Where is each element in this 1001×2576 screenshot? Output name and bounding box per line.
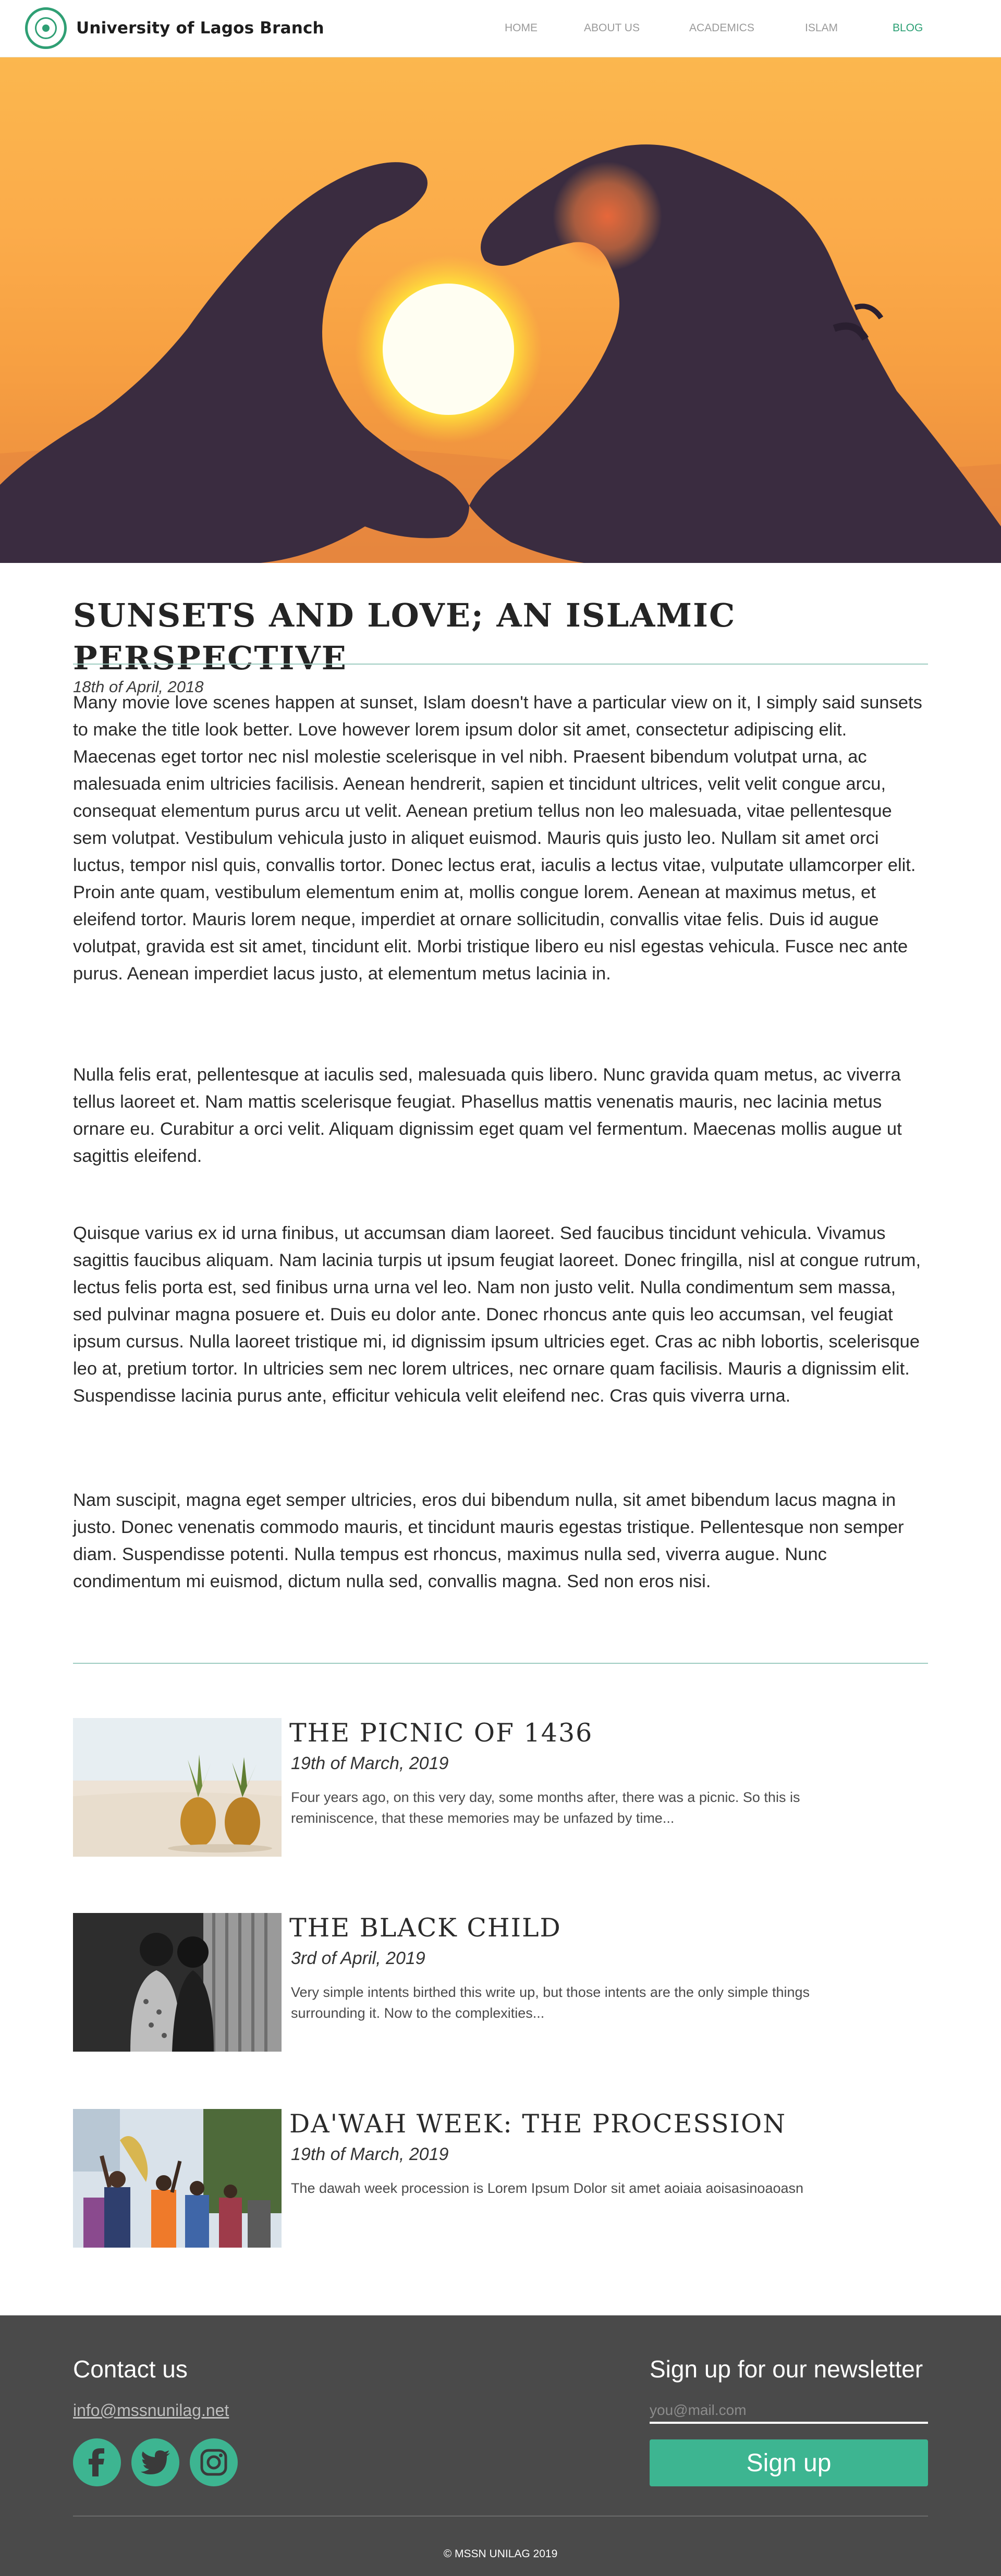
post-excerpt: The dawah week procession is Lorem Ipsum…: [291, 2180, 804, 2196]
post-date: 19th of March, 2019: [291, 2144, 449, 2164]
related-post[interactable]: THE BLACK CHILD 3rd of April, 2019 Very …: [73, 1913, 928, 2054]
post-date: 19th of March, 2019: [291, 1753, 449, 1773]
post-title[interactable]: THE BLACK CHILD: [289, 1913, 561, 1943]
nav-academics[interactable]: ACADEMICS: [689, 22, 754, 34]
footer-divider: [73, 2516, 928, 2517]
hero-image: [0, 57, 1001, 563]
twitter-icon[interactable]: [131, 2438, 179, 2486]
procession-thumbnail[interactable]: [73, 2109, 282, 2248]
article-paragraph: Many movie love scenes happen at sunset,…: [73, 693, 922, 984]
facebook-icon[interactable]: [73, 2438, 121, 2486]
divider: [73, 1663, 928, 1664]
newsletter-heading: Sign up for our newsletter: [650, 2356, 923, 2383]
article-paragraph: Quisque varius ex id urna finibus, ut ac…: [73, 1223, 921, 1406]
nav-about-us[interactable]: ABOUT US: [584, 22, 640, 34]
article-paragraph: Nulla felis erat, pellentesque at iaculi…: [73, 1065, 902, 1166]
pineapples-thumbnail[interactable]: [73, 1718, 282, 1857]
post-excerpt: Four years ago, on this very day, some m…: [291, 1789, 800, 1826]
post-date: 3rd of April, 2019: [291, 1948, 425, 1968]
post-title[interactable]: DA'WAH WEEK: THE PROCESSION: [289, 2109, 786, 2139]
nav-blog[interactable]: BLOG: [893, 22, 923, 34]
newsletter-email-input[interactable]: [650, 2399, 928, 2424]
related-post[interactable]: THE PICNIC OF 1436 19th of March, 2019 F…: [73, 1718, 928, 1859]
nav-home[interactable]: HOME: [505, 22, 538, 34]
site-footer: Contact us info@mssnunilag.net Sign up f…: [0, 2315, 1001, 2576]
nav-islam[interactable]: ISLAM: [805, 22, 838, 34]
related-post[interactable]: DA'WAH WEEK: THE PROCESSION 19th of Marc…: [73, 2109, 928, 2250]
signup-button[interactable]: Sign up: [650, 2439, 928, 2486]
black-child-thumbnail[interactable]: [73, 1913, 282, 2052]
contact-email-link[interactable]: info@mssnunilag.net: [73, 2401, 229, 2420]
article-title: SUNSETS AND LOVE; AN ISLAMIC PERSPECTIVE: [73, 596, 736, 677]
divider: [73, 664, 928, 665]
article-paragraph: Nam suscipit, magna eget semper ultricie…: [73, 1490, 904, 1591]
main-nav: HOME ABOUT US ACADEMICS ISLAM BLOG: [0, 22, 1001, 38]
post-title[interactable]: THE PICNIC OF 1436: [289, 1718, 593, 1748]
contact-heading: Contact us: [73, 2356, 188, 2383]
post-excerpt: Very simple intents birthed this write u…: [291, 1984, 810, 2021]
copyright: © MSSN UNILAG 2019: [443, 2548, 558, 2560]
article-header: SUNSETS AND LOVE; AN ISLAMIC PERSPECTIVE…: [73, 594, 928, 696]
social-links: [73, 2438, 238, 2486]
instagram-icon[interactable]: [190, 2438, 238, 2486]
site-header: University of Lagos Branch HOME ABOUT US…: [0, 0, 1001, 57]
